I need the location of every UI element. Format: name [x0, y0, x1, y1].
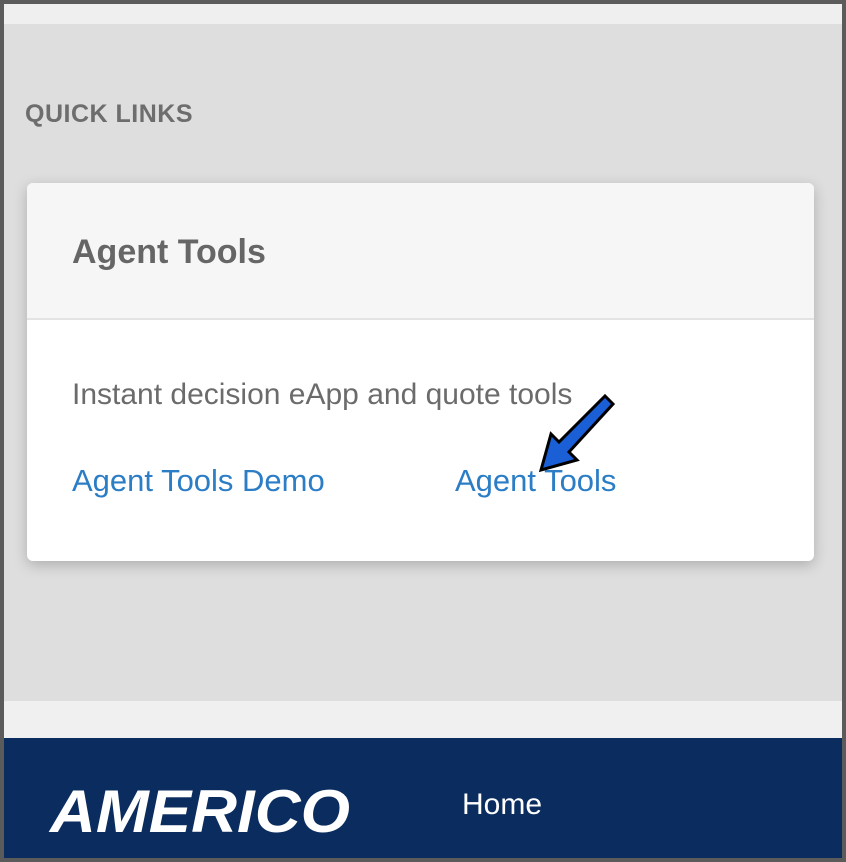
agent-tools-demo-link[interactable]: Agent Tools Demo — [72, 463, 325, 499]
top-strip — [4, 4, 842, 24]
card-title: Agent Tools — [72, 233, 266, 271]
agent-tools-card: Agent Tools Instant decision eApp and qu… — [27, 183, 814, 561]
card-header: Agent Tools — [27, 183, 814, 320]
svg-text:AMERICO: AMERICO — [48, 778, 350, 844]
americo-logo[interactable]: AMERICO — [44, 764, 364, 844]
app-frame: QUICK LINKS Agent Tools Instant decision… — [0, 0, 846, 862]
footer: AMERICO Home — [4, 738, 842, 858]
footer-home-link[interactable]: Home — [462, 788, 542, 822]
arrow-down-left-icon — [539, 394, 616, 472]
bottom-strip — [4, 701, 842, 738]
quick-links-heading: QUICK LINKS — [25, 100, 193, 128]
card-description: Instant decision eApp and quote tools — [72, 378, 573, 411]
